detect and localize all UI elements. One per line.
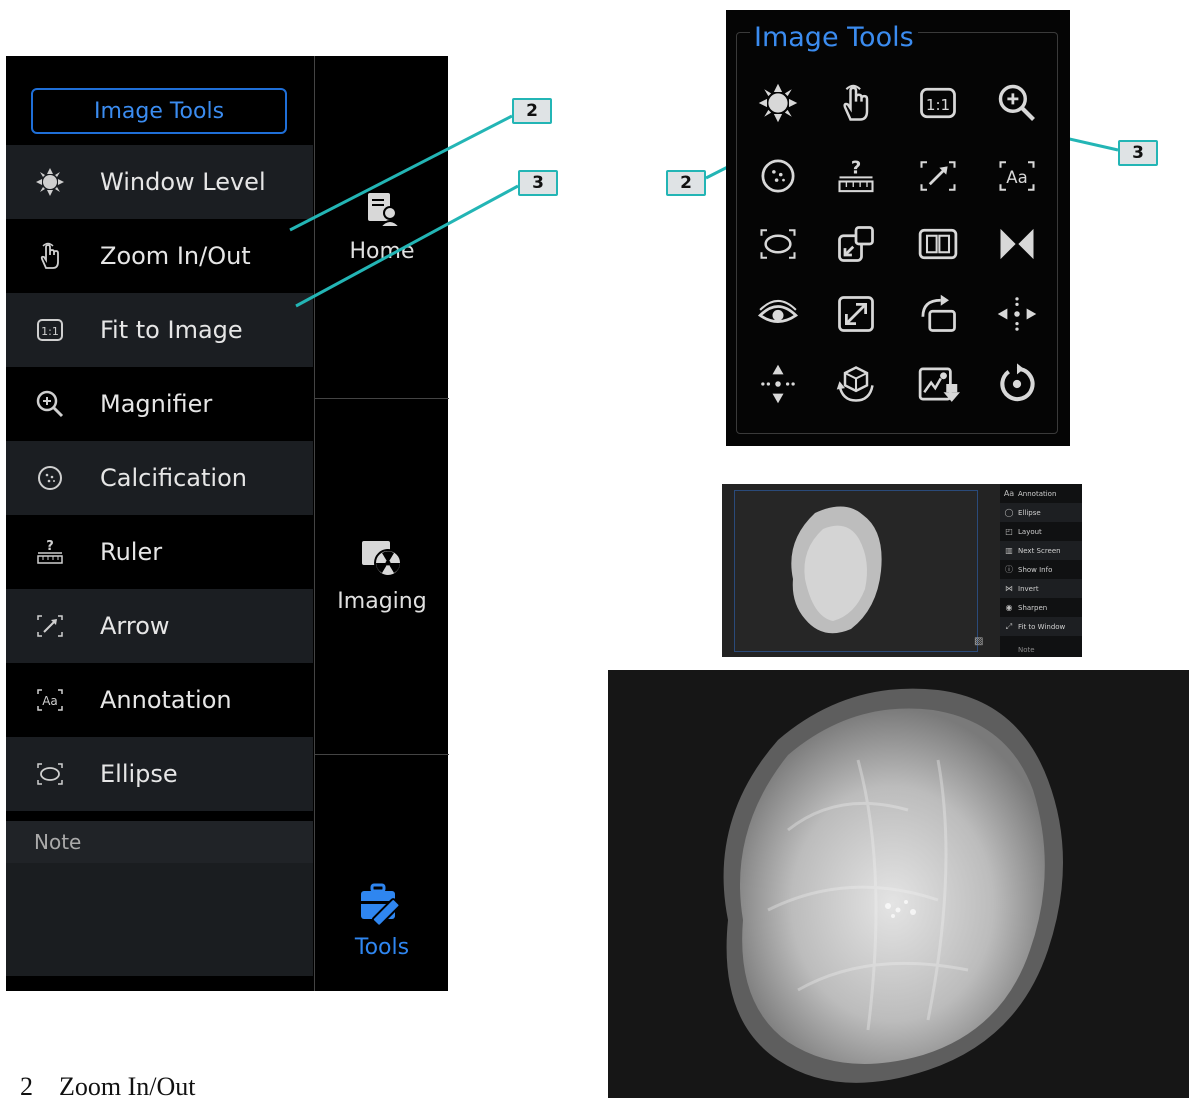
zoomed-xray-image [608, 670, 1189, 1098]
calcification-icon[interactable] [751, 149, 805, 203]
annotation-icon[interactable]: Aa [990, 149, 1044, 203]
thumb-menu-label: Ellipse [1018, 508, 1041, 517]
thumb-menu-item[interactable]: ◉ Sharpen [1000, 598, 1082, 617]
thumb-menu-item[interactable]: ◯ Ellipse [1000, 503, 1082, 522]
thumb-note-label: Note [1000, 640, 1082, 659]
fit-window-icon: ⤢ [1005, 621, 1013, 631]
arrow-icon[interactable] [911, 149, 965, 203]
thumb-menu-item[interactable]: ⤢ Fit to Window [1000, 617, 1082, 636]
reset-icon[interactable] [990, 357, 1044, 411]
thumb-menu-label: Fit to Window [1018, 622, 1066, 631]
invert-icon[interactable] [990, 217, 1044, 271]
xray-image [608, 670, 1189, 1098]
thumbnail-tools-menu: Aa Annotation ◯ Ellipse ◰ Layout ▥ Next Scre… [1000, 484, 1082, 657]
fit-window-icon[interactable] [829, 287, 883, 341]
thumb-menu-item[interactable]: ◰ Layout [1000, 522, 1082, 541]
3d-rotate-icon[interactable] [829, 357, 883, 411]
thumbnail-image-area: ▨ [722, 484, 1000, 657]
viewer-thumbnail: ▨ Aa Annotation ◯ Ellipse ◰ Layout ▥ Next Sc… [722, 484, 1082, 657]
invert-icon: ⋈ [1005, 584, 1013, 593]
annotation-icon: Aa [1003, 489, 1015, 498]
callout-badge: 2 [666, 170, 706, 196]
callout-line-2-left [289, 114, 513, 232]
thumbnail-viewport [734, 490, 978, 652]
layout-icon: ◰ [1005, 527, 1013, 536]
pan-icon[interactable] [990, 287, 1044, 341]
image-export-icon[interactable] [911, 357, 965, 411]
next-screen-icon[interactable] [911, 217, 965, 271]
thumb-menu-label: Show Info [1018, 565, 1053, 574]
ellipse-icon[interactable] [751, 217, 805, 271]
zoom-in-icon[interactable] [990, 76, 1044, 130]
caption-text: Zoom In/Out [59, 1072, 196, 1101]
rotate-icon[interactable] [911, 287, 965, 341]
ruler-icon[interactable]: ? [829, 149, 883, 203]
callout-badge: 3 [518, 170, 558, 196]
thumb-menu-label: Sharpen [1018, 603, 1048, 612]
thumb-menu-item[interactable]: ▥ Next Screen [1000, 541, 1082, 560]
callout-badge: 3 [1118, 140, 1158, 166]
thumb-menu-item[interactable]: Aa Annotation [1000, 484, 1082, 503]
eye-icon[interactable] [751, 287, 805, 341]
hand-pointer-icon[interactable] [829, 76, 883, 130]
svg-text:1:1: 1:1 [926, 96, 950, 114]
thumb-menu-item[interactable]: ⓘ Show Info [1000, 560, 1082, 579]
image-corner-icon: ▨ [974, 636, 984, 647]
thumb-menu-label: Layout [1018, 527, 1042, 536]
svg-text:Aa: Aa [1006, 168, 1027, 187]
thumb-menu-label: Invert [1018, 584, 1039, 593]
thumb-menu-label: Next Screen [1018, 546, 1061, 555]
svg-text:?: ? [851, 157, 861, 178]
next-screen-icon: ▥ [1005, 546, 1013, 555]
move-icon[interactable] [751, 357, 805, 411]
thumbnail-xray-image [735, 491, 977, 651]
ellipse-icon: ◯ [1004, 508, 1014, 517]
thumb-menu-item[interactable]: ⋈ Invert [1000, 579, 1082, 598]
grid-title: Image Tools [750, 22, 918, 53]
thumb-menu-label: Annotation [1018, 489, 1057, 498]
sun-icon[interactable] [751, 76, 805, 130]
eye-icon: ◉ [1005, 603, 1013, 612]
image-tools-grid-panel: Image Tools 1:1 ? Aa [726, 10, 1070, 446]
caption-number: 2 [20, 1072, 33, 1101]
thumb-menu-label: Note [1018, 645, 1035, 654]
callout-line-3-left [295, 184, 519, 308]
info-icon: ⓘ [1005, 565, 1013, 574]
callout-badge: 2 [512, 98, 552, 124]
one-to-one-icon[interactable]: 1:1 [911, 76, 965, 130]
layout-icon[interactable] [829, 217, 883, 271]
